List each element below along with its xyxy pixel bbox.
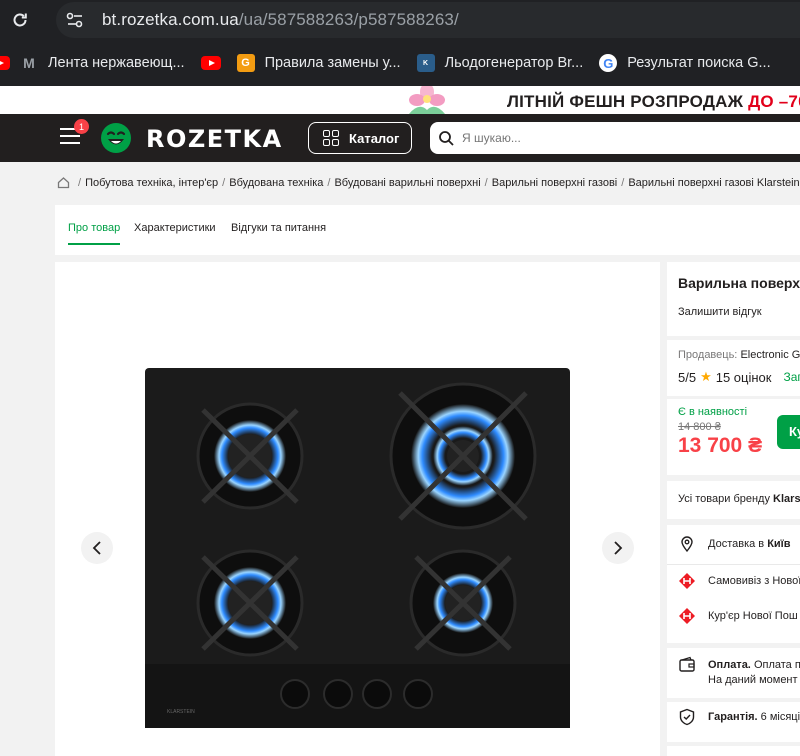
rozetka-logo-icon[interactable]	[100, 122, 132, 154]
url-field[interactable]: bt.rozetka.com.ua/ua/587588263/p58758826…	[56, 2, 800, 38]
nova-poshta-icon	[679, 573, 695, 589]
browser-address-bar: bt.rozetka.com.ua/ua/587588263/p58758826…	[0, 0, 800, 40]
bookmark-site-icon: G	[236, 54, 255, 72]
search-input[interactable]	[462, 131, 762, 145]
tab-characteristics[interactable]: Характеристики	[134, 222, 216, 234]
breadcrumb: / Побутова техніка, інтер'єр / Вбудована…	[57, 176, 800, 189]
buy-button[interactable]: Ку	[777, 415, 800, 449]
promo-banner[interactable]: ЛІТНІЙ ФЕШН РОЗПРОДАЖ ДО –70	[0, 86, 800, 114]
brand-card: Усі товари бренду Klars	[667, 481, 800, 519]
logo-text[interactable]: ROZETKA	[146, 125, 283, 153]
chevron-left-icon	[92, 541, 101, 555]
seller-more-link[interactable]: Зап	[783, 370, 800, 384]
hob-brand-label: KLARSTEIN	[167, 709, 195, 715]
rating-row: 5/5 ★ 15 оцінок Зап	[678, 369, 800, 385]
breadcrumb-item[interactable]: Вбудовані варильні поверхні	[334, 177, 480, 189]
brand-all-link[interactable]: Усі товари бренду Klars	[678, 493, 800, 505]
search-box[interactable]	[430, 122, 800, 154]
bookmark-youtube[interactable]	[0, 48, 12, 78]
delivery-city-row[interactable]: Доставка в Київ	[678, 535, 791, 553]
menu-button[interactable]: 1	[60, 119, 89, 148]
shield-icon	[679, 708, 695, 726]
url-text: bt.rozetka.com.ua/ua/587588263/p58758826…	[102, 10, 459, 29]
bookmark-item-4[interactable]: G Результат поиска G...	[591, 48, 778, 78]
search-icon	[439, 131, 454, 146]
leave-review-link[interactable]: Залишити відгук	[678, 306, 762, 318]
star-icon: ★	[700, 369, 712, 384]
site-settings-icon[interactable]	[60, 5, 90, 35]
warranty-row: Гарантія. 6 місяці	[678, 708, 800, 726]
bookmark-youtube-2[interactable]	[193, 48, 229, 78]
rating-count[interactable]: 15 оцінок	[716, 370, 772, 385]
seller-label: Продавець: Electronic G	[678, 349, 800, 361]
bookmark-item-1[interactable]: M Лента нержавеющ...	[12, 48, 193, 78]
price-card: Є в наявності 14 800 ₴ 13 700 ₴ Ку	[667, 399, 800, 475]
current-price: 13 700 ₴	[678, 434, 763, 457]
catalog-button[interactable]: Каталог	[308, 122, 412, 154]
bookmark-item-3[interactable]: K Льодогенератор Br...	[409, 48, 592, 78]
product-title-card: Варильна поверхня Залишити відгук	[667, 262, 800, 336]
next-card	[667, 746, 800, 756]
tab-reviews[interactable]: Відгуки та питання	[231, 222, 326, 234]
delivery-option-pickup[interactable]: Самовивіз з Нової	[678, 572, 800, 590]
catalog-grid-icon	[323, 130, 339, 146]
warranty-card: Гарантія. 6 місяці	[667, 702, 800, 742]
payment-card: Оплата. Оплата п На даний момент	[667, 648, 800, 698]
tab-about[interactable]: Про товар	[68, 222, 121, 245]
gmail-icon: M	[23, 55, 35, 71]
product-gallery: KLARSTEIN	[55, 262, 660, 756]
availability-status: Є в наявності	[678, 406, 748, 418]
old-price: 14 800 ₴	[678, 421, 721, 433]
rating-value: 5/5	[678, 369, 697, 385]
breadcrumb-item[interactable]: Вбудована техніка	[229, 177, 323, 189]
chevron-right-icon	[614, 541, 623, 555]
product-image[interactable]: KLARSTEIN	[145, 368, 570, 728]
gallery-prev-button[interactable]	[81, 532, 113, 564]
flower-icon	[409, 86, 445, 114]
breadcrumb-item[interactable]: Варильні поверхні газові Klarstein	[628, 177, 799, 189]
location-pin-icon	[681, 536, 693, 553]
youtube-icon	[0, 56, 10, 70]
bookmarks-bar: M Лента нержавеющ... G Правила замены у.…	[0, 40, 800, 86]
breadcrumb-item[interactable]: Побутова техніка, інтер'єр	[85, 177, 218, 189]
delivery-card: Доставка в Київ Самовивіз з Нової Кур'єр…	[667, 525, 800, 643]
youtube-icon	[200, 56, 221, 70]
delivery-option-courier[interactable]: Кур'єр Нової Пош	[678, 607, 798, 625]
bookmark-item-2[interactable]: G Правила замены у...	[229, 48, 409, 78]
wallet-icon	[679, 656, 695, 672]
reload-icon[interactable]	[0, 0, 40, 40]
product-title: Варильна поверхня	[678, 275, 800, 291]
gallery-next-button[interactable]	[602, 532, 634, 564]
breadcrumb-item[interactable]: Варильні поверхні газові	[492, 177, 618, 189]
menu-badge: 1	[74, 119, 89, 134]
payment-row: Оплата. Оплата п На даний момент	[678, 656, 800, 688]
product-tabs: Про товар Характеристики Відгуки та пита…	[55, 205, 800, 255]
seller-card: Продавець: Electronic G 5/5 ★ 15 оцінок …	[667, 340, 800, 396]
seller-name[interactable]: Electronic G	[740, 349, 800, 361]
site-header: 1 ROZETKA Каталог	[0, 114, 800, 162]
google-icon: G	[599, 54, 618, 72]
klarstein-icon: K	[416, 54, 435, 72]
promo-text: ЛІТНІЙ ФЕШН РОЗПРОДАЖ ДО –70	[507, 92, 800, 111]
nova-poshta-icon	[679, 608, 695, 624]
home-icon[interactable]	[57, 176, 70, 189]
